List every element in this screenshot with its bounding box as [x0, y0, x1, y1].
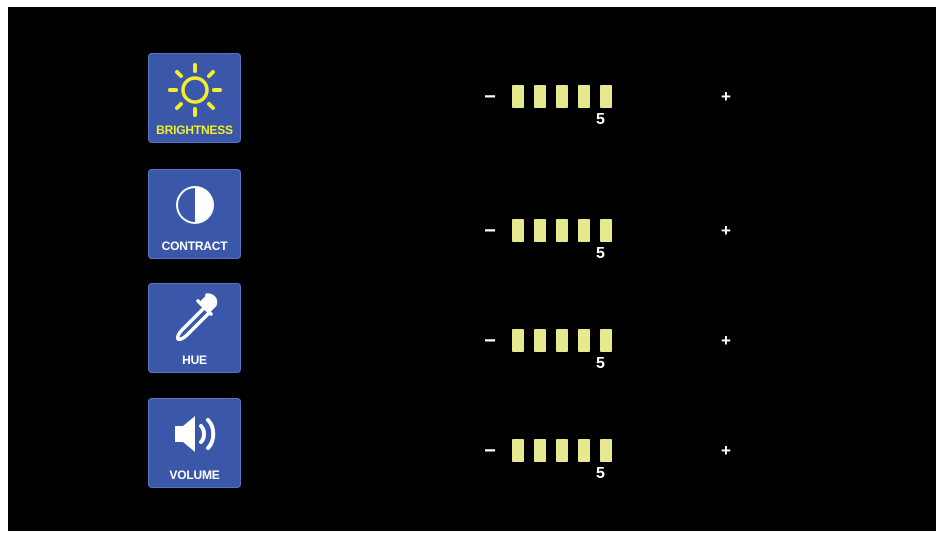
speaker-icon — [174, 416, 215, 452]
hue-increase-button[interactable]: + — [714, 329, 738, 353]
level-segment — [578, 329, 590, 352]
eyedropper-icon — [175, 293, 217, 341]
level-segment — [534, 329, 546, 352]
hue-value: 5 — [596, 355, 605, 372]
level-segment — [578, 219, 590, 242]
brightness-decrease-button[interactable]: − — [478, 85, 502, 109]
hue-label: HUE — [182, 353, 207, 367]
contrast-increase-button[interactable]: + — [714, 219, 738, 243]
brightness-increase-button[interactable]: + — [714, 85, 738, 109]
sun-icon — [167, 63, 222, 117]
level-segment — [534, 219, 546, 242]
level-segment — [534, 439, 546, 462]
level-segment — [578, 85, 590, 108]
level-segment — [600, 85, 612, 108]
level-segment — [556, 329, 568, 352]
level-segment — [534, 85, 546, 108]
contrast-decrease-button[interactable]: − — [478, 219, 502, 243]
level-segment — [578, 439, 590, 462]
settings-screen: BRIGHTNESS − + 5 CONTRACT − + 5 HUE − + … — [8, 7, 936, 531]
brightness-value: 5 — [596, 111, 605, 128]
level-segment — [512, 85, 524, 108]
brightness-control: − + 5 — [478, 85, 738, 145]
volume-decrease-button[interactable]: − — [478, 439, 502, 463]
level-segment — [600, 219, 612, 242]
contrast-value: 5 — [596, 245, 605, 262]
hue-control: − + 5 — [478, 329, 738, 389]
level-segment — [512, 439, 524, 462]
volume-control: − + 5 — [478, 439, 738, 499]
brightness-label: BRIGHTNESS — [156, 123, 233, 137]
brightness-tile[interactable]: BRIGHTNESS — [148, 53, 241, 143]
level-segment — [556, 219, 568, 242]
level-segment — [556, 439, 568, 462]
level-segment — [600, 439, 612, 462]
volume-value: 5 — [596, 465, 605, 482]
contrast-tile[interactable]: CONTRACT — [148, 169, 241, 259]
brightness-level-bar[interactable] — [512, 85, 622, 109]
level-segment — [512, 329, 524, 352]
contrast-level-bar[interactable] — [512, 219, 622, 243]
volume-level-bar[interactable] — [512, 439, 622, 463]
volume-label: VOLUME — [169, 468, 220, 482]
contrast-label: CONTRACT — [161, 239, 228, 253]
hue-level-bar[interactable] — [512, 329, 622, 353]
contrast-icon — [175, 186, 214, 224]
level-segment — [600, 329, 612, 352]
level-segment — [512, 219, 524, 242]
volume-tile[interactable]: VOLUME — [148, 398, 241, 488]
contrast-control: − + 5 — [478, 219, 738, 279]
volume-increase-button[interactable]: + — [714, 439, 738, 463]
level-segment — [556, 85, 568, 108]
hue-tile[interactable]: HUE — [148, 283, 241, 373]
hue-decrease-button[interactable]: − — [478, 329, 502, 353]
